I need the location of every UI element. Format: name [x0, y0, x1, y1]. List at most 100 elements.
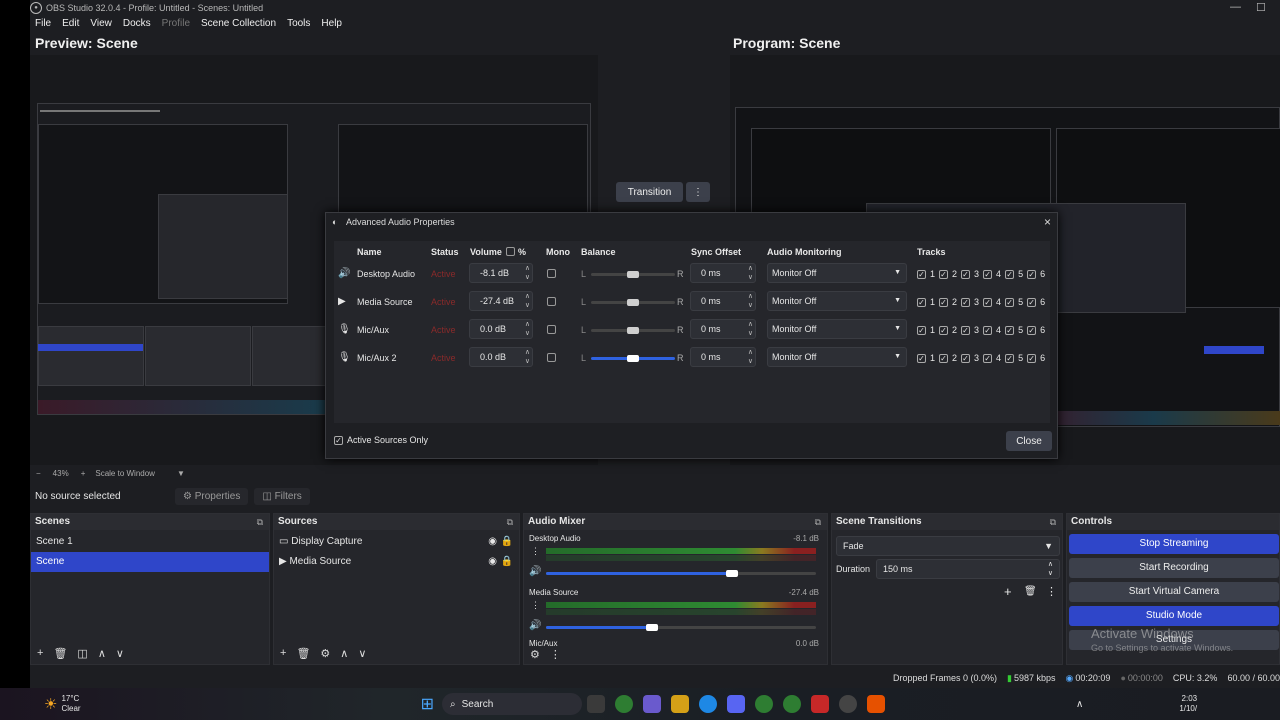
- track-checkbox[interactable]: ✓: [961, 297, 971, 307]
- mono-checkbox[interactable]: [547, 297, 556, 306]
- balance-slider[interactable]: [591, 327, 675, 334]
- transition-select[interactable]: Fade ▼: [836, 536, 1060, 556]
- add-scene-icon[interactable]: +: [37, 647, 43, 660]
- add-transition-icon[interactable]: +: [1004, 584, 1012, 599]
- track-checkbox[interactable]: ✓: [1005, 353, 1015, 363]
- monitoring-select[interactable]: Monitor Off ▼: [767, 291, 907, 311]
- discord-icon[interactable]: [726, 695, 745, 713]
- volume-input[interactable]: -8.1 dB ∧ ∨: [469, 263, 533, 283]
- balance-slider[interactable]: [591, 299, 675, 306]
- track-checkbox[interactable]: ✓: [983, 325, 993, 335]
- weather-widget[interactable]: 17°C Clear: [61, 694, 80, 714]
- active-only-checkbox[interactable]: ✓: [334, 435, 343, 445]
- dock-float-icon[interactable]: ⧉: [507, 514, 513, 530]
- mono-checkbox[interactable]: [547, 325, 556, 334]
- menu-edit[interactable]: Edit: [62, 16, 79, 32]
- scene-up-icon[interactable]: ∧: [98, 647, 106, 660]
- edge-icon[interactable]: [698, 695, 717, 713]
- dock-float-icon[interactable]: ⧉: [1050, 514, 1056, 530]
- speaker-icon[interactable]: 🔊: [529, 620, 541, 631]
- track-checkbox[interactable]: ✓: [983, 297, 993, 307]
- volume-input[interactable]: 0.0 dB ∧ ∨: [469, 347, 533, 367]
- clock[interactable]: 2:03 1/10/: [1179, 694, 1197, 714]
- chrome-icon[interactable]: [782, 695, 801, 713]
- volume-slider[interactable]: [546, 570, 816, 577]
- track-checkbox[interactable]: ✓: [917, 297, 926, 307]
- obs-icon[interactable]: [838, 695, 857, 713]
- source-settings-icon[interactable]: ⚙: [320, 647, 330, 660]
- filters-button[interactable]: ◫ Filters: [254, 487, 310, 505]
- monitoring-select[interactable]: Monitor Off ▼: [767, 347, 907, 367]
- start-virtual-camera-button[interactable]: Start Virtual Camera: [1069, 582, 1279, 602]
- track-checkbox[interactable]: ✓: [1027, 269, 1037, 279]
- add-source-icon[interactable]: +: [280, 647, 286, 660]
- mono-checkbox[interactable]: [547, 353, 556, 362]
- track-checkbox[interactable]: ✓: [983, 269, 993, 279]
- menu-profile[interactable]: Profile: [162, 16, 190, 32]
- scale-dropdown-icon[interactable]: ▼: [177, 469, 185, 478]
- scene-item-selected[interactable]: Scene: [31, 552, 269, 572]
- source-up-icon[interactable]: ∧: [340, 647, 348, 660]
- channel-menu-icon[interactable]: ⋮: [531, 600, 540, 611]
- sync-offset-input[interactable]: 0 ms ∧ ∨: [690, 263, 756, 283]
- scene-filter-icon[interactable]: ◫: [77, 647, 87, 660]
- dock-float-icon[interactable]: ⧉: [815, 514, 821, 530]
- percent-checkbox[interactable]: [506, 247, 515, 256]
- start-recording-button[interactable]: Start Recording: [1069, 558, 1279, 578]
- transition-button[interactable]: Transition: [616, 182, 683, 202]
- scene-item[interactable]: Scene 1: [31, 532, 269, 552]
- track-checkbox[interactable]: ✓: [983, 353, 993, 363]
- task-view-icon[interactable]: [586, 695, 605, 713]
- lock-icon[interactable]: 🔒: [501, 532, 513, 552]
- monitoring-select[interactable]: Monitor Off ▼: [767, 319, 907, 339]
- tray-chevron-icon[interactable]: ∧: [1076, 699, 1083, 710]
- balance-slider[interactable]: [591, 271, 675, 278]
- menu-docks[interactable]: Docks: [123, 16, 151, 32]
- volume-slider[interactable]: [546, 624, 816, 631]
- minimize-button[interactable]: —: [1230, 1, 1241, 13]
- duration-input[interactable]: 150 ms ∧ ∨: [876, 559, 1060, 579]
- source-item[interactable]: ▭ Display Capture ◉ 🔒: [274, 532, 519, 552]
- track-checkbox[interactable]: ✓: [961, 269, 971, 279]
- monitoring-select[interactable]: Monitor Off ▼: [767, 263, 907, 283]
- close-icon[interactable]: ×: [1044, 213, 1051, 231]
- copilot-icon[interactable]: [642, 695, 661, 713]
- transition-menu-icon[interactable]: ⋮: [686, 182, 710, 202]
- properties-button[interactable]: ⚙ Properties: [175, 487, 249, 505]
- track-checkbox[interactable]: ✓: [939, 269, 949, 279]
- menu-tools[interactable]: Tools: [287, 16, 310, 32]
- volume-input[interactable]: 0.0 dB ∧ ∨: [469, 319, 533, 339]
- windows-start-icon[interactable]: ⊞: [421, 694, 434, 714]
- search-box[interactable]: ⌕ Search: [441, 693, 582, 715]
- remove-transition-icon[interactable]: 🗑: [1024, 586, 1037, 597]
- studio-mode-button[interactable]: Studio Mode: [1069, 606, 1279, 626]
- source-down-icon[interactable]: ∨: [358, 647, 366, 660]
- track-checkbox[interactable]: ✓: [1005, 325, 1015, 335]
- file-explorer-icon[interactable]: [670, 695, 689, 713]
- track-checkbox[interactable]: ✓: [1005, 269, 1015, 279]
- track-checkbox[interactable]: ✓: [1027, 297, 1037, 307]
- app-icon[interactable]: [810, 695, 829, 713]
- track-checkbox[interactable]: ✓: [939, 353, 949, 363]
- track-checkbox[interactable]: ✓: [939, 325, 949, 335]
- chrome-icon[interactable]: [754, 695, 773, 713]
- menu-file[interactable]: File: [35, 16, 51, 32]
- channel-menu-icon[interactable]: ⋮: [531, 546, 540, 557]
- lock-icon[interactable]: 🔒: [501, 552, 513, 572]
- dock-float-icon[interactable]: ⧉: [257, 514, 263, 530]
- sync-offset-input[interactable]: 0 ms ∧ ∨: [690, 291, 756, 311]
- mixer-menu-icon[interactable]: ⋮: [550, 648, 561, 664]
- track-checkbox[interactable]: ✓: [961, 353, 971, 363]
- mono-checkbox[interactable]: [547, 269, 556, 278]
- source-item[interactable]: ▶ Media Source ◉ 🔒: [274, 552, 519, 572]
- visibility-eye-icon[interactable]: ◉: [488, 552, 497, 572]
- speaker-icon[interactable]: 🔊: [529, 566, 541, 577]
- zoom-out-button[interactable]: −: [36, 469, 41, 478]
- zoom-in-button[interactable]: +: [81, 469, 86, 478]
- track-checkbox[interactable]: ✓: [1027, 353, 1037, 363]
- scene-down-icon[interactable]: ∨: [116, 647, 124, 660]
- track-checkbox[interactable]: ✓: [1027, 325, 1037, 335]
- track-checkbox[interactable]: ✓: [917, 353, 926, 363]
- scale-label[interactable]: Scale to Window: [95, 469, 155, 478]
- balance-slider[interactable]: [591, 355, 675, 362]
